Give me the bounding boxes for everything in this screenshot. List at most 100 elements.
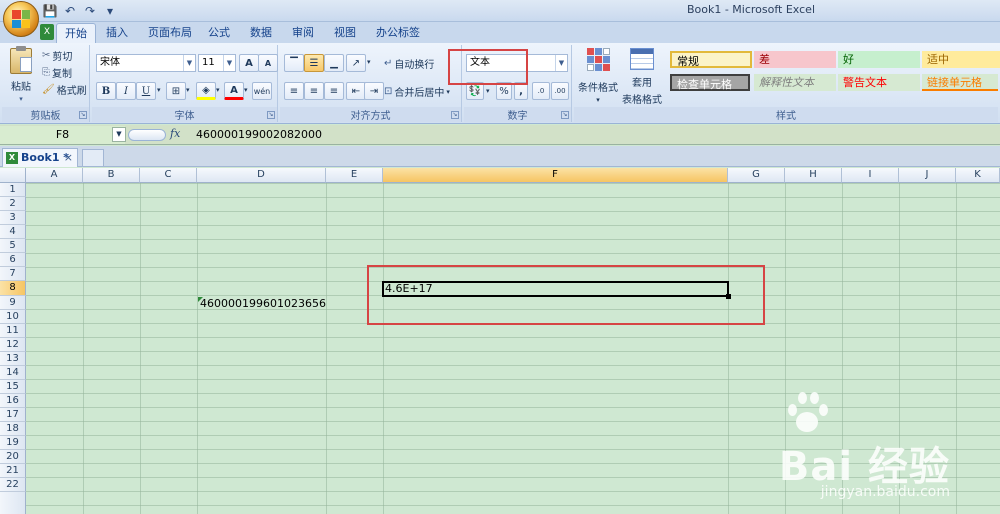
style-explanatory[interactable]: 解释性文本	[754, 74, 836, 91]
row-header-7[interactable]: 7	[0, 267, 26, 281]
align-center-button[interactable]: ≡	[304, 82, 324, 100]
align-bottom-button[interactable]: ▁	[324, 54, 344, 72]
dialog-launcher-icon[interactable]: ↘	[267, 111, 275, 119]
style-check-cell[interactable]: 检查单元格	[670, 74, 750, 91]
insert-function-icon[interactable]: fx	[170, 127, 184, 142]
tab-insert[interactable]: 插入	[98, 23, 136, 43]
style-good[interactable]: 好	[838, 51, 920, 68]
cut-button[interactable]: ✂ 剪切	[42, 48, 72, 63]
increase-decimal-button[interactable]: .0	[532, 82, 550, 100]
align-right-button[interactable]: ≡	[324, 82, 344, 100]
shrink-font-button[interactable]: A	[258, 54, 278, 72]
row-header-18[interactable]: 18	[0, 422, 26, 436]
column-header-g[interactable]: G	[728, 168, 785, 183]
orientation-dropdown[interactable]: ▾	[367, 58, 371, 66]
dialog-launcher-icon[interactable]: ↘	[79, 111, 87, 119]
dialog-launcher-icon[interactable]: ↘	[451, 111, 459, 119]
row-header-23[interactable]	[0, 492, 26, 514]
row-header-21[interactable]: 21	[0, 464, 26, 478]
italic-button[interactable]: I	[116, 82, 136, 100]
tab-view[interactable]: 视图	[326, 23, 364, 43]
row-header-13[interactable]: 13	[0, 352, 26, 366]
row-header-20[interactable]: 20	[0, 450, 26, 464]
font-color-dropdown[interactable]: ▾	[244, 86, 248, 94]
merge-center-button[interactable]: ⊡ 合并后居中 ▾	[384, 84, 450, 99]
fill-color-dropdown[interactable]: ▾	[216, 86, 220, 94]
format-painter-button[interactable]: 🖌 格式刷	[42, 82, 87, 97]
row-header-17[interactable]: 17	[0, 408, 26, 422]
tab-review[interactable]: 审阅	[284, 23, 322, 43]
tab-office-tabs[interactable]: 办公标签	[368, 23, 428, 43]
paste-button[interactable]: 粘贴 ▾	[6, 46, 36, 103]
row-header-10[interactable]: 10	[0, 310, 26, 324]
cell-d9[interactable]: 460000199601023656	[200, 297, 326, 310]
borders-button[interactable]: ⊞	[166, 82, 186, 100]
row-header-16[interactable]: 16	[0, 394, 26, 408]
column-header-c[interactable]: C	[140, 168, 197, 183]
font-color-button[interactable]: A	[224, 82, 244, 100]
column-header-d[interactable]: D	[197, 168, 326, 183]
formula-bar-splitter[interactable]	[128, 129, 166, 141]
decrease-decimal-button[interactable]: .00	[551, 82, 569, 100]
column-header-b[interactable]: B	[83, 168, 140, 183]
tab-formulas[interactable]: 公式	[200, 23, 238, 43]
copy-button[interactable]: ⎘ 复制	[42, 65, 72, 80]
wrap-text-button[interactable]: ↵ 自动换行	[384, 56, 434, 71]
formula-bar-content[interactable]: 460000199002082000	[196, 128, 322, 141]
column-header-i[interactable]: I	[842, 168, 899, 183]
row-header-5[interactable]: 5	[0, 239, 26, 253]
row-header-15[interactable]: 15	[0, 380, 26, 394]
row-header-14[interactable]: 14	[0, 366, 26, 380]
column-header-h[interactable]: H	[785, 168, 842, 183]
workbook-tab-book1[interactable]: X Book1 * ×	[2, 148, 78, 167]
style-neutral[interactable]: 适中	[922, 51, 1000, 68]
column-header-k[interactable]: K	[956, 168, 1000, 183]
column-header-j[interactable]: J	[899, 168, 956, 183]
row-header-12[interactable]: 12	[0, 338, 26, 352]
orientation-button[interactable]: ↗	[346, 54, 366, 72]
align-middle-button[interactable]: ☰	[304, 54, 324, 72]
row-header-19[interactable]: 19	[0, 436, 26, 450]
row-header-1[interactable]: 1	[0, 183, 26, 197]
dialog-launcher-icon[interactable]: ↘	[561, 111, 569, 119]
style-bad[interactable]: 差	[754, 51, 836, 68]
font-name-select[interactable]: 宋体 ▼	[96, 54, 196, 72]
font-size-select[interactable]: 11 ▼	[198, 54, 236, 72]
underline-button[interactable]: U	[136, 82, 156, 100]
fill-color-button[interactable]: ◈	[196, 82, 216, 100]
row-header-9[interactable]: 9	[0, 296, 26, 310]
row-header-22[interactable]: 22	[0, 478, 26, 492]
select-all-corner[interactable]	[0, 168, 26, 183]
underline-dropdown[interactable]: ▾	[157, 86, 161, 94]
row-header-4[interactable]: 4	[0, 225, 26, 239]
style-warning[interactable]: 警告文本	[838, 74, 920, 91]
row-header-2[interactable]: 2	[0, 197, 26, 211]
column-header-f[interactable]: F	[383, 168, 728, 183]
borders-dropdown[interactable]: ▾	[186, 86, 190, 94]
row-header-8[interactable]: 8	[0, 281, 26, 296]
row-header-3[interactable]: 3	[0, 211, 26, 225]
name-box-dropdown[interactable]: ▼	[112, 127, 126, 142]
column-header-a[interactable]: A	[26, 168, 83, 183]
row-header-6[interactable]: 6	[0, 253, 26, 267]
office-button[interactable]	[3, 1, 39, 37]
row-header-11[interactable]: 11	[0, 324, 26, 338]
align-left-button[interactable]: ≡	[284, 82, 304, 100]
format-as-table-button[interactable]: 套用 表格格式	[620, 48, 664, 106]
bold-button[interactable]: B	[96, 82, 116, 100]
new-workbook-tab[interactable]	[82, 149, 104, 166]
conditional-format-button[interactable]: 条件格式 ▾	[576, 48, 620, 104]
style-normal[interactable]: 常规	[670, 51, 752, 68]
column-header-e[interactable]: E	[326, 168, 383, 183]
name-box[interactable]: F8	[0, 126, 125, 144]
tab-home[interactable]: 开始	[56, 23, 96, 43]
style-linked-cell[interactable]: 链接单元格	[922, 74, 998, 91]
phonetic-button[interactable]: wén	[252, 82, 272, 100]
close-icon[interactable]: ×	[64, 149, 73, 167]
align-top-button[interactable]: ▔	[284, 54, 304, 72]
tab-data[interactable]: 数据	[242, 23, 280, 43]
grow-font-button[interactable]: A	[239, 54, 259, 72]
decrease-indent-button[interactable]: ⇤	[346, 82, 366, 100]
increase-indent-button[interactable]: ⇥	[364, 82, 384, 100]
tab-page-layout[interactable]: 页面布局	[140, 23, 200, 43]
